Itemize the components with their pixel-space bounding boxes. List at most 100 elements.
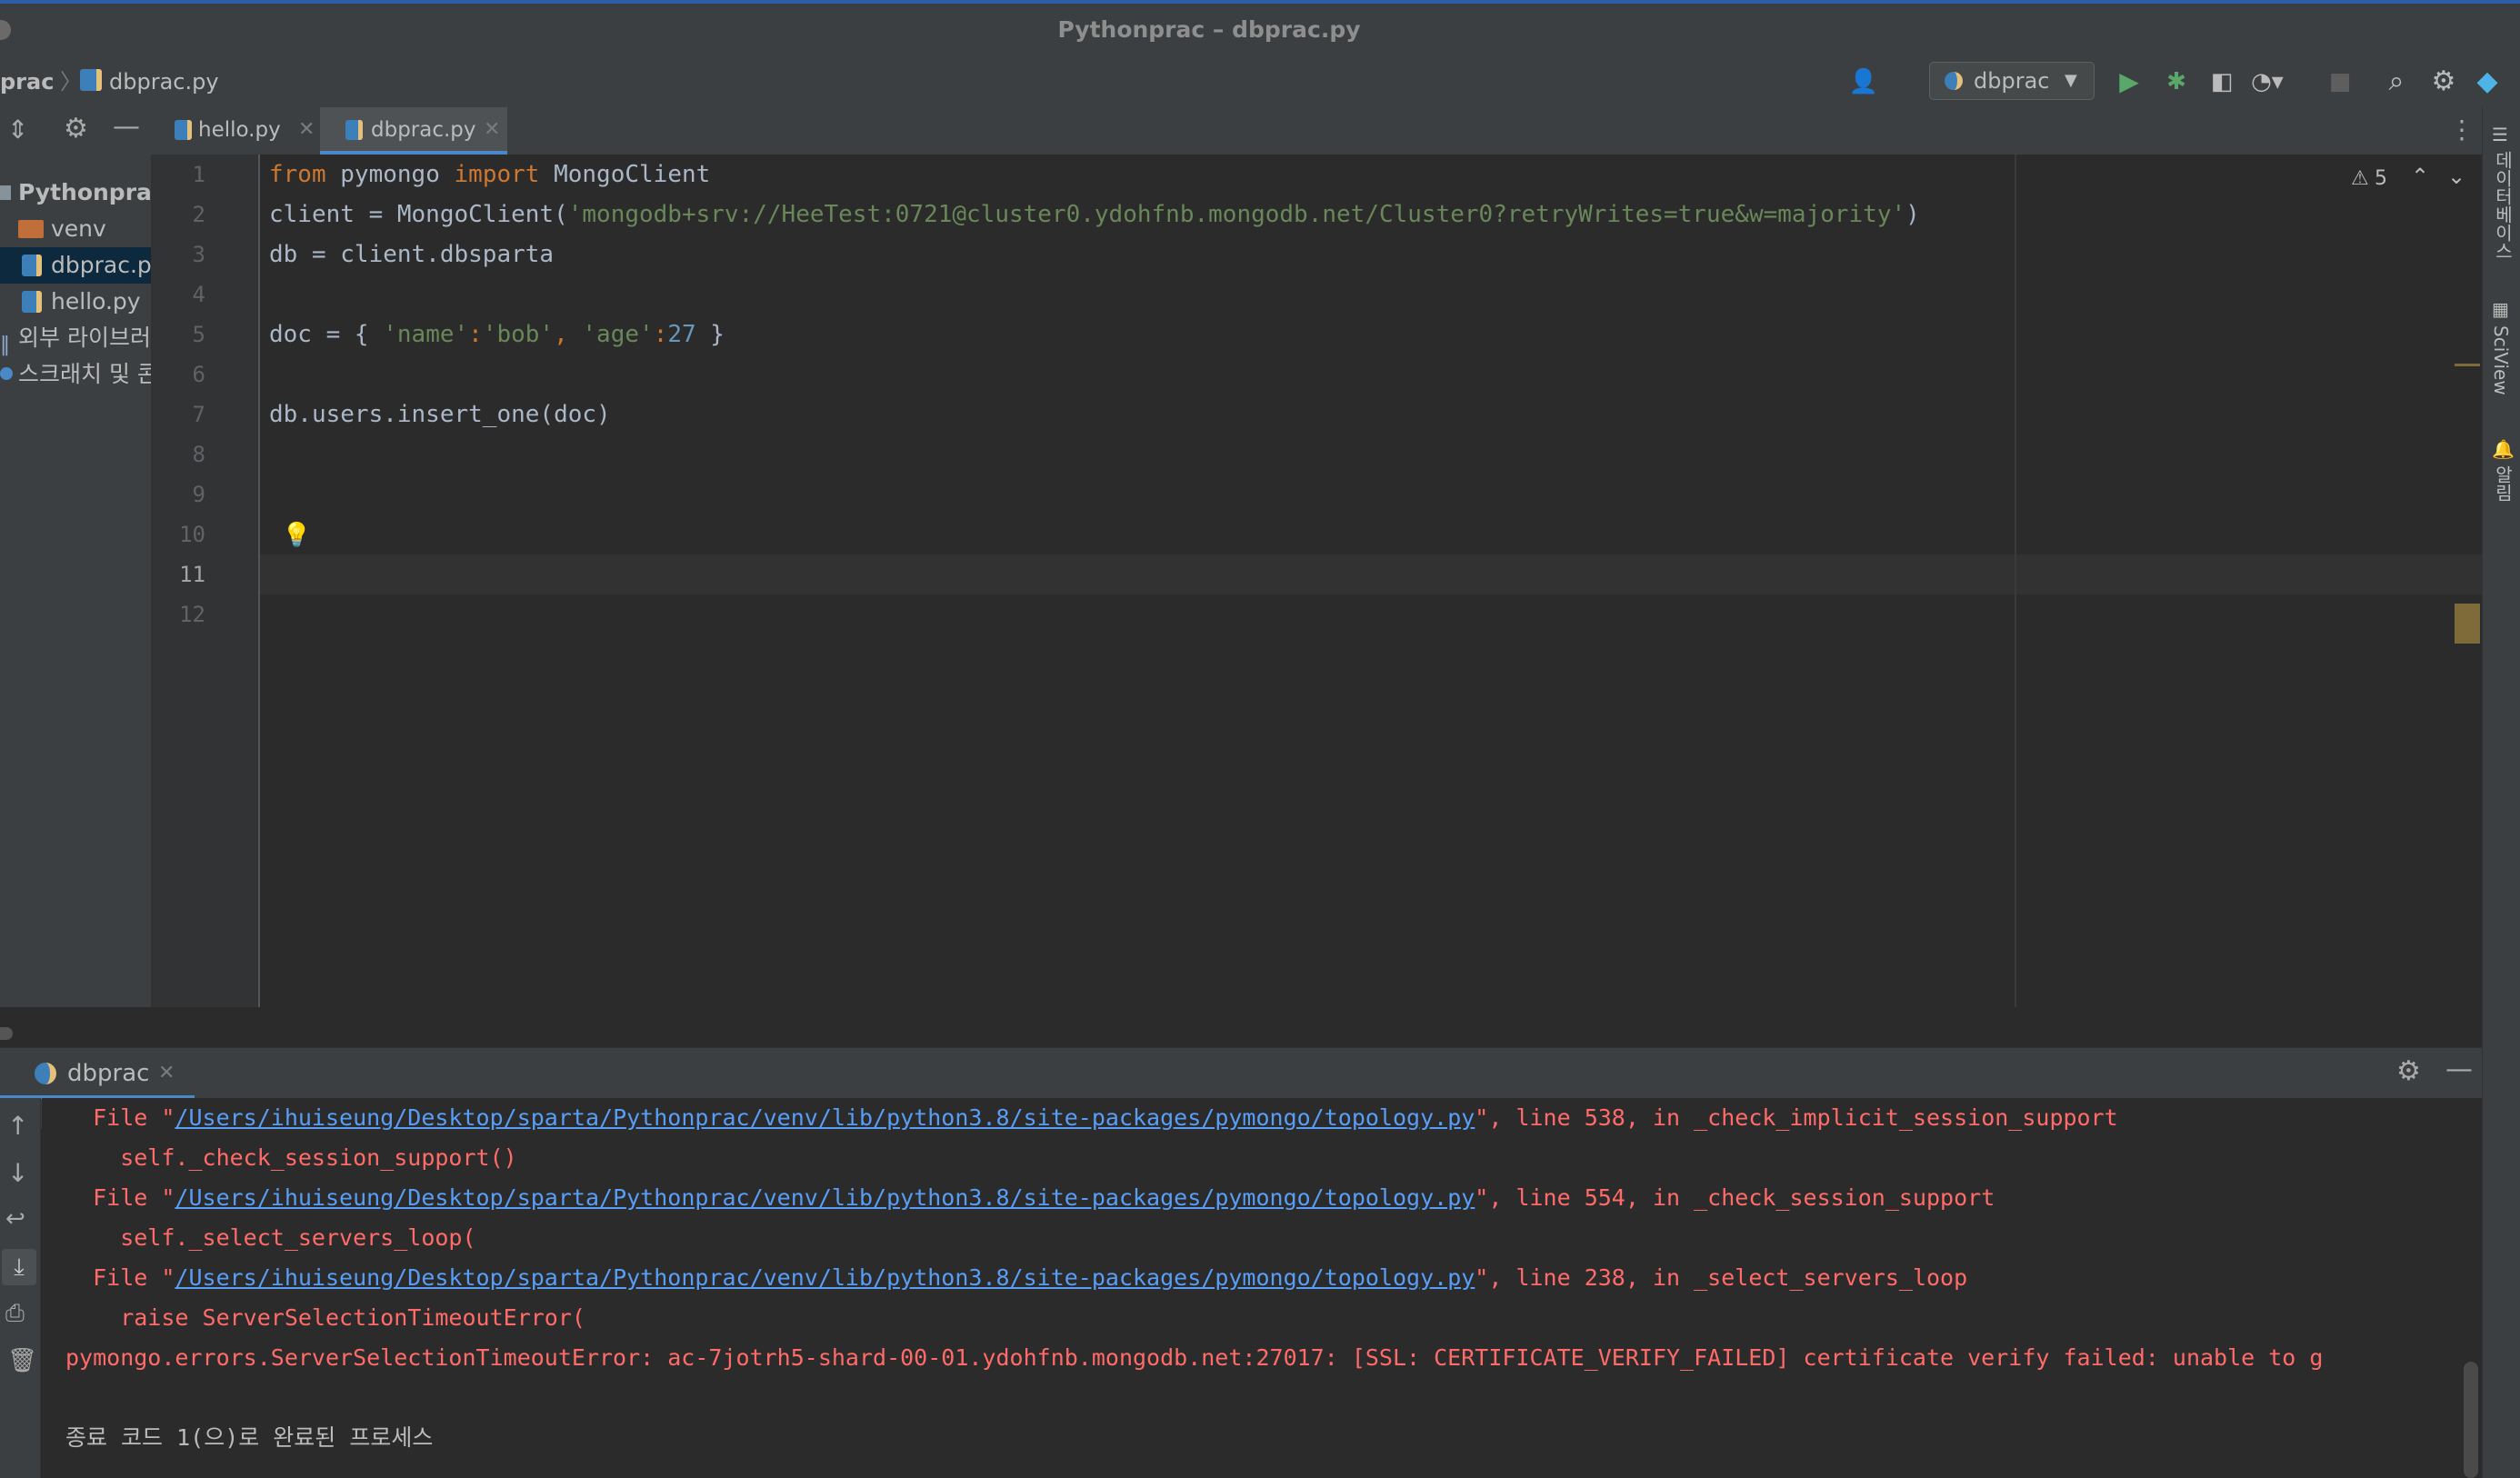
stop-icon[interactable]: ■ <box>2324 65 2356 98</box>
console-line: File "/Users/ihuiseung/Desktop/sparta/Py… <box>65 1104 2118 1131</box>
console-scroll-thumb[interactable] <box>2464 1362 2478 1478</box>
right-margin-guide <box>2015 155 2016 1007</box>
file-link[interactable]: /Users/ihuiseung/Desktop/sparta/Pythonpr… <box>175 1104 1475 1131</box>
database-icon: ☰ <box>2492 124 2508 145</box>
tree-item-label: venv <box>51 215 106 242</box>
tree-item-hello[interactable]: hello.py <box>0 284 151 320</box>
profile-icon[interactable]: ◔▾ <box>2251 65 2284 98</box>
editor-tab-bar: hello.py ✕ dbprac.py ✕ ⋮ <box>153 107 2482 155</box>
line-number: 4 <box>192 282 205 307</box>
tree-item-venv[interactable]: venv <box>0 211 151 247</box>
run-settings-icon[interactable]: ⚙ <box>2396 1055 2421 1087</box>
python-icon <box>35 1063 56 1084</box>
python-file-icon <box>175 120 192 140</box>
file-link[interactable]: /Users/ihuiseung/Desktop/sparta/Pythonpr… <box>175 1184 1475 1211</box>
database-tool-button[interactable]: 데이터베이스 <box>2490 151 2516 260</box>
arrow-down-icon[interactable]: ↓ <box>7 1158 28 1188</box>
run-panel-header: dbprac ✕ ⚙ — <box>0 1047 2482 1099</box>
run-icon[interactable]: ▶ <box>2113 65 2145 98</box>
title-bar: Pythonprac – dbprac.py <box>0 0 2520 56</box>
tree-item-dbprac[interactable]: dbprac.py <box>0 247 151 284</box>
sciview-tool-button[interactable]: SciView <box>2490 325 2512 395</box>
close-icon[interactable]: ✕ <box>484 107 500 153</box>
code-editor[interactable]: from pymongo import MongoClient client =… <box>260 155 2482 1007</box>
collapse-icon[interactable]: ⇕ <box>7 115 28 145</box>
tab-dbprac-py[interactable]: dbprac.py ✕ <box>320 107 507 155</box>
bell-icon: 🔔 <box>2492 438 2515 460</box>
run-console-output[interactable]: File "/Users/ihuiseung/Desktop/sparta/Py… <box>42 1098 2482 1478</box>
line-number: 5 <box>192 322 205 347</box>
line-number-gutter: 1 2 3 4 5 6 7 8 9 10 11 12 <box>153 155 260 1007</box>
tree-item-scratches[interactable]: 스크래치 및 콘솔 <box>0 356 151 393</box>
tree-item-label: 스크래치 및 콘솔 <box>18 361 151 387</box>
code-line-5: doc = { 'name':'bob', 'age':27 } <box>269 321 725 348</box>
folder-icon <box>18 220 44 238</box>
gear-icon[interactable]: ⚙ <box>2427 65 2460 98</box>
scroll-to-end-icon[interactable]: ⤓ <box>2 1249 36 1285</box>
project-toolbar: ⇕ ⚙ — <box>0 107 153 155</box>
soft-wrap-icon[interactable]: ↩ <box>5 1205 25 1233</box>
scroll-thumb[interactable] <box>2455 604 2480 644</box>
horizontal-scroll-thumb[interactable] <box>0 1027 13 1040</box>
close-icon[interactable]: ✕ <box>158 1048 175 1099</box>
close-icon[interactable]: ✕ <box>298 107 315 153</box>
code-line-1: from pymongo import MongoClient <box>269 161 711 188</box>
debug-icon[interactable]: ✱ <box>2160 65 2193 98</box>
editor-horizontal-scroll-area[interactable] <box>0 1007 2482 1047</box>
next-problem-icon[interactable]: ⌄ <box>2447 164 2465 189</box>
sciview-icon: ▦ <box>2492 298 2509 320</box>
warning-stripe-marker[interactable] <box>2455 364 2480 366</box>
line-number: 1 <box>192 162 205 187</box>
arrow-up-icon[interactable]: ↑ <box>7 1111 28 1141</box>
hide-run-panel-icon[interactable]: — <box>2445 1054 2473 1085</box>
tree-item-pythonprac[interactable]: Pythonprac <box>0 175 151 211</box>
python-file-icon <box>22 255 42 276</box>
project-panel: Pythonprac venv dbprac.py hello.py ‖ 외부 … <box>0 155 153 1129</box>
breadcrumb-project[interactable]: prac <box>0 56 54 107</box>
lightbulb-icon[interactable]: 💡 <box>282 522 311 549</box>
line-number: 3 <box>192 242 205 267</box>
line-number-current: 11 <box>179 562 205 587</box>
file-link[interactable]: /Users/ihuiseung/Desktop/sparta/Pythonpr… <box>175 1264 1475 1291</box>
run-tab-dbprac[interactable]: dbprac ✕ <box>0 1048 195 1099</box>
line-number: 8 <box>192 442 205 467</box>
chevron-down-icon: ▼ <box>2065 71 2077 90</box>
line-number: 6 <box>192 362 205 387</box>
hide-panel-icon[interactable]: — <box>113 111 140 143</box>
coverage-icon[interactable]: ◧ <box>2205 65 2238 98</box>
previous-problem-icon[interactable]: ⌃ <box>2411 164 2429 189</box>
run-config-select[interactable]: dbprac ▼ <box>1929 62 2095 100</box>
jetbrains-icon[interactable]: ◆ <box>2471 65 2504 98</box>
tree-item-external-libraries[interactable]: ‖ 외부 라이브러리 <box>0 320 151 356</box>
scratch-icon <box>0 367 13 380</box>
python-file-icon <box>80 69 102 91</box>
line-number: 10 <box>179 522 205 547</box>
console-line: File "/Users/ihuiseung/Desktop/sparta/Py… <box>65 1184 1995 1211</box>
user-icon[interactable]: 👤▾ <box>1847 65 1880 128</box>
more-options-icon[interactable]: ⋮ <box>2449 115 2475 145</box>
tree-item-label: Pythonprac <box>18 179 151 205</box>
console-line: self._select_servers_loop( <box>65 1224 476 1251</box>
run-tab-label: dbprac <box>67 1060 150 1087</box>
console-exit-status: 종료 코드 1(으)로 완료된 프로세스 <box>65 1424 434 1451</box>
breadcrumb-file[interactable]: dbprac.py <box>109 56 219 107</box>
tab-hello-py[interactable]: hello.py ✕ <box>165 107 316 155</box>
console-line: raise ServerSelectionTimeoutError( <box>65 1304 585 1331</box>
python-file-icon <box>22 291 42 313</box>
warning-icon[interactable]: ⚠ <box>2351 167 2369 190</box>
python-file-icon <box>345 120 363 140</box>
code-line-2: client = MongoClient('mongodb+srv://HeeT… <box>269 201 1920 228</box>
window-title: Pythonprac – dbprac.py <box>1057 16 1361 43</box>
current-line-highlight <box>260 554 2482 594</box>
notifications-tool-button[interactable]: 알림 <box>2490 465 2516 502</box>
console-error-line: pymongo.errors.ServerSelectionTimeoutErr… <box>65 1344 2324 1371</box>
line-number: 9 <box>192 482 205 507</box>
project-settings-icon[interactable]: ⚙ <box>64 113 88 145</box>
search-icon[interactable]: ⌕ <box>2380 65 2413 98</box>
print-icon[interactable]: ⎙ <box>5 1300 25 1328</box>
navigation-bar: prac 〉 dbprac.py 👤▾ dbprac ▼ ▶ ✱ ◧ ◔▾ ■ … <box>0 56 2520 128</box>
warnings-count: 5 <box>2375 167 2387 190</box>
library-icon: ‖ <box>0 334 10 356</box>
trash-icon[interactable]: 🗑 <box>7 1347 37 1374</box>
tree-item-label: 외부 라이브러리 <box>18 325 151 351</box>
